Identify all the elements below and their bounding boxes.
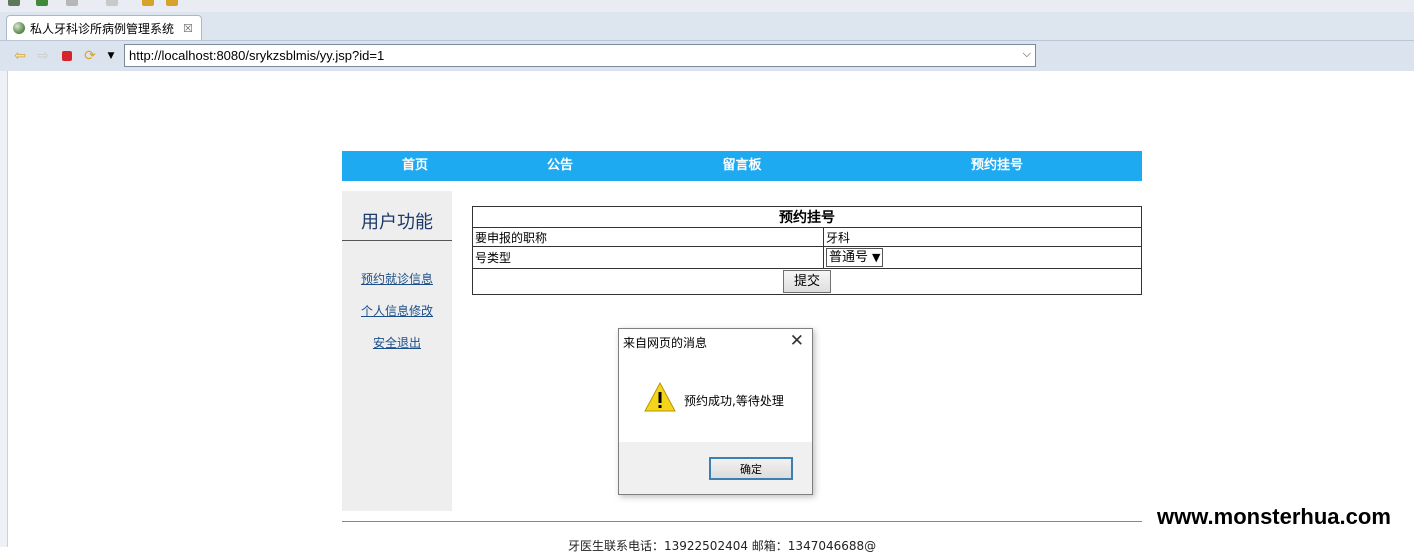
sidebar-title: 用户功能 [361, 212, 433, 233]
sidebar-divider [342, 240, 452, 241]
link-edit-profile[interactable]: 个人信息修改 [342, 302, 452, 319]
sidebar: 用户功能 预约就诊信息 个人信息修改 安全退出 [342, 191, 452, 511]
stop-icon[interactable] [59, 48, 75, 64]
chevron-down-icon[interactable]: ⌵ [1023, 47, 1031, 62]
menu-home[interactable]: 首页 [355, 151, 475, 181]
dialog-message: 预约成功,等待处理 [684, 394, 784, 408]
form-caption: 预约挂号 [472, 206, 1142, 228]
menu-appointment[interactable]: 预约挂号 [937, 151, 1057, 181]
dialog-title: 来自网页的消息 [623, 336, 708, 350]
toolbar-icon[interactable] [106, 0, 118, 6]
tab-close-icon[interactable]: ☒ [183, 22, 193, 35]
back-arrow-icon[interactable]: ⇦ [12, 48, 28, 64]
type-select[interactable]: 普通号 ▼ [826, 248, 884, 267]
type-label: 号类型 [472, 246, 824, 269]
toolbar-icon[interactable] [8, 0, 20, 6]
footer-contact: 牙医生联系电话：13922502404 邮箱：1347046688@ [568, 539, 877, 553]
toolbar-icon[interactable] [142, 0, 154, 6]
type-select-value: 普通号 [829, 250, 869, 265]
alert-dialog: 来自网页的消息 ✕ 预约成功,等待处理 确定 [618, 328, 813, 495]
address-bar[interactable]: http://localhost:8080/srykzsblmis/yy.jsp… [124, 44, 1036, 67]
menu-notice[interactable]: 公告 [500, 151, 620, 181]
chevron-down-icon: ▼ [872, 251, 881, 264]
watermark: www.monsterhua.com [1153, 492, 1414, 547]
appointment-form: 预约挂号 要申报的职称 牙科 号类型 普通号 ▼ 提交 [472, 206, 1142, 295]
link-logout[interactable]: 安全退出 [342, 334, 452, 351]
toolbar-icon[interactable] [166, 0, 178, 6]
toolbar-icon[interactable] [36, 0, 48, 6]
footer-divider [342, 521, 1142, 522]
window-edge [0, 71, 8, 547]
dialog-button-area: 确定 [619, 442, 812, 494]
refresh-icon[interactable]: ⟳ [82, 48, 98, 64]
top-menu: 首页 公告 留言板 预约挂号 [342, 151, 1142, 181]
watermark-text: www.monsterhua.com [1157, 504, 1391, 529]
tab-bar: 私人牙科诊所病例管理系统 ☒ [0, 12, 1414, 41]
dropdown-arrow-icon[interactable]: ▼ [103, 48, 119, 64]
forward-arrow-icon[interactable]: ⇨ [35, 48, 51, 64]
link-appointment-info[interactable]: 预约就诊信息 [342, 270, 452, 287]
toolbar-icon[interactable] [66, 0, 78, 6]
warning-icon [644, 381, 676, 412]
title-label: 要申报的职称 [472, 227, 824, 247]
title-value: 牙科 [823, 227, 1142, 247]
globe-icon [13, 22, 25, 34]
tab-title: 私人牙科诊所病例管理系统 [30, 21, 175, 36]
submit-button[interactable]: 提交 [782, 270, 831, 293]
submit-cell: 提交 [472, 268, 1142, 295]
browser-tab[interactable]: 私人牙科诊所病例管理系统 ☒ [6, 15, 202, 40]
toolbar-strip [0, 0, 1414, 12]
close-icon[interactable]: ✕ [790, 331, 804, 351]
ok-button[interactable]: 确定 [709, 457, 793, 480]
url-text: http://localhost:8080/srykzsblmis/yy.jsp… [129, 48, 385, 63]
type-cell: 普通号 ▼ [823, 246, 1142, 269]
menu-message-board[interactable]: 留言板 [682, 151, 802, 181]
